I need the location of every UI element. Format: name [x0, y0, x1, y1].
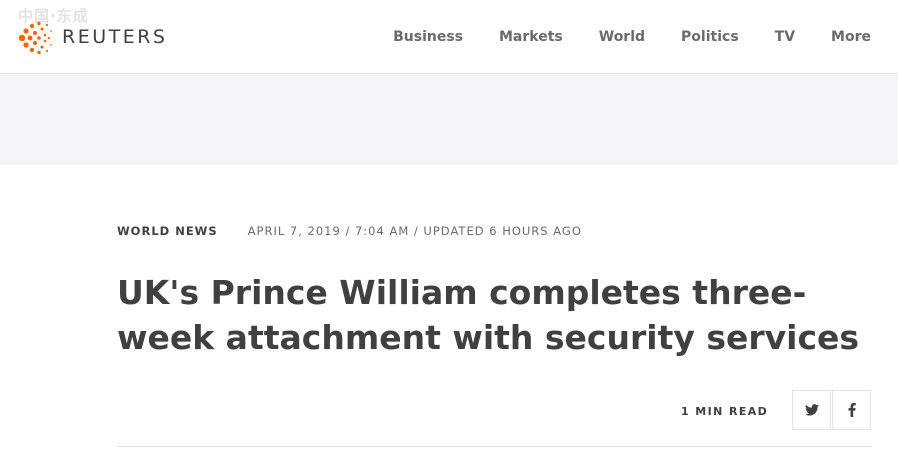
nav-item-politics[interactable]: Politics: [681, 29, 739, 45]
logo-wordmark: REUTERS: [62, 26, 168, 48]
nav-item-markets[interactable]: Markets: [499, 29, 563, 45]
reuters-logo[interactable]: REUTERS: [14, 18, 165, 58]
section-label[interactable]: WORLD NEWS: [117, 224, 218, 238]
reuters-logo-mark-icon: [18, 21, 52, 55]
article-meta: WORLD NEWS APRIL 7, 2019 / 7:04 AM / UPD…: [117, 224, 582, 238]
divider: [117, 446, 872, 447]
nav-item-more[interactable]: More: [831, 29, 871, 45]
nav-item-world[interactable]: World: [599, 29, 645, 45]
article-dateline: APRIL 7, 2019 / 7:04 AM / UPDATED 6 HOUR…: [247, 224, 582, 238]
share-twitter-button[interactable]: [792, 390, 831, 430]
twitter-icon: [804, 404, 819, 416]
share-facebook-button[interactable]: [832, 390, 871, 430]
site-header: 中国·东成 REUTERS Business Markets World Pol…: [0, 0, 898, 74]
main-nav: Business Markets World Politics TV More: [393, 0, 898, 74]
read-time: 1 MIN READ: [681, 405, 769, 418]
article-headline: UK's Prince William completes three-week…: [117, 273, 860, 357]
ad-placeholder: [0, 74, 898, 165]
nav-item-tv[interactable]: TV: [775, 29, 795, 45]
facebook-icon: [848, 403, 856, 417]
nav-item-business[interactable]: Business: [393, 29, 463, 45]
